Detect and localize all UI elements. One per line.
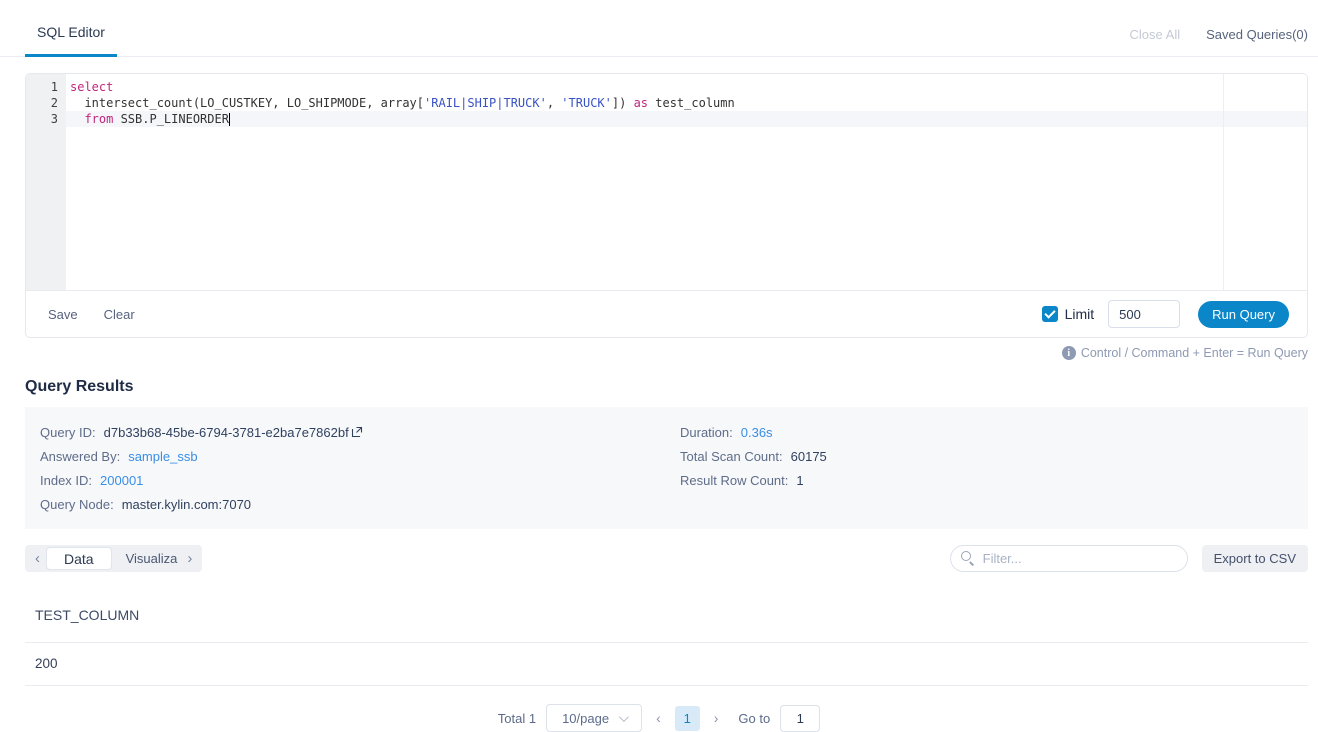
code-line-active: from SSB.P_LINEORDER bbox=[66, 111, 1307, 127]
total-count-label: Total 1 bbox=[498, 711, 536, 726]
sql-editor-block: 1 2 3 select intersect_count(LO_CUSTKEY,… bbox=[25, 73, 1308, 338]
text-cursor bbox=[229, 113, 230, 126]
index-id-label: Index ID: bbox=[40, 473, 92, 488]
close-all-button[interactable]: Close All bbox=[1130, 27, 1181, 42]
tab-visualization[interactable]: Visualiza bbox=[112, 551, 182, 566]
line-number: 1 bbox=[26, 79, 58, 95]
query-results-title: Query Results bbox=[25, 378, 1308, 396]
prev-page-button[interactable]: ‹ bbox=[652, 710, 665, 726]
total-scan-value: 60175 bbox=[791, 449, 827, 464]
result-toolbar: ‹ Data Visualiza › Export to CSV bbox=[25, 545, 1308, 572]
query-id-value: d7b33b68-45be-6794-3781-e2ba7e7862bf bbox=[104, 425, 349, 440]
result-row-count-label: Result Row Count: bbox=[680, 473, 788, 488]
code-line: intersect_count(LO_CUSTKEY, LO_SHIPMODE,… bbox=[66, 95, 1307, 111]
sql-text: , bbox=[547, 96, 561, 110]
line-number: 3 bbox=[26, 111, 58, 127]
result-row-count-value: 1 bbox=[796, 473, 803, 488]
total-scan-row: Total Scan Count: 60175 bbox=[680, 444, 827, 468]
code-editor[interactable]: 1 2 3 select intersect_count(LO_CUSTKEY,… bbox=[26, 74, 1307, 290]
answered-by-link[interactable]: sample_ssb bbox=[128, 449, 197, 464]
sql-keyword: from bbox=[84, 112, 113, 126]
duration-value[interactable]: 0.36s bbox=[741, 425, 773, 440]
editor-tabbar: SQL Editor Close All Saved Queries(0) bbox=[0, 0, 1318, 57]
editor-footer: Save Clear Limit Run Query bbox=[26, 290, 1307, 337]
answered-by-label: Answered By: bbox=[40, 449, 120, 464]
query-id-label: Query ID: bbox=[40, 425, 96, 440]
query-node-value: master.kylin.com:7070 bbox=[122, 497, 251, 512]
run-query-button[interactable]: Run Query bbox=[1198, 301, 1289, 328]
search-icon bbox=[961, 551, 971, 561]
query-info-panel: Query ID: d7b33b68-45be-6794-3781-e2ba7e… bbox=[25, 407, 1308, 529]
result-tab-scroller: ‹ Data Visualiza › bbox=[25, 545, 202, 572]
sql-text bbox=[70, 112, 84, 126]
code-area[interactable]: select intersect_count(LO_CUSTKEY, LO_SH… bbox=[66, 74, 1307, 290]
result-row-count-row: Result Row Count: 1 bbox=[680, 468, 827, 492]
clear-button[interactable]: Clear bbox=[104, 307, 135, 322]
tab-data[interactable]: Data bbox=[46, 547, 112, 570]
query-node-label: Query Node: bbox=[40, 497, 114, 512]
chevron-down-icon bbox=[619, 712, 629, 722]
results-table: TEST_COLUMN 200 bbox=[25, 597, 1308, 686]
code-line: select bbox=[66, 79, 1307, 95]
index-id-link[interactable]: 200001 bbox=[100, 473, 143, 488]
shortcut-hint: i Control / Command + Enter = Run Query bbox=[25, 346, 1308, 360]
query-node-row: Query Node: master.kylin.com:7070 bbox=[40, 492, 680, 516]
save-button[interactable]: Save bbox=[48, 307, 78, 322]
chevron-right-icon[interactable]: › bbox=[181, 550, 198, 567]
query-id-row: Query ID: d7b33b68-45be-6794-3781-e2ba7e… bbox=[40, 420, 680, 444]
total-scan-label: Total Scan Count: bbox=[680, 449, 783, 464]
sql-text: SSB.P_LINEORDER bbox=[113, 112, 229, 126]
sql-text: test_column bbox=[648, 96, 735, 110]
limit-label: Limit bbox=[1065, 306, 1095, 322]
filter-input[interactable] bbox=[950, 545, 1188, 572]
index-id-row: Index ID: 200001 bbox=[40, 468, 680, 492]
saved-queries-button[interactable]: Saved Queries(0) bbox=[1206, 27, 1308, 42]
limit-input[interactable] bbox=[1108, 300, 1180, 328]
hint-text: Control / Command + Enter = Run Query bbox=[1081, 346, 1308, 360]
current-page-button[interactable]: 1 bbox=[675, 706, 700, 731]
goto-page-input[interactable] bbox=[780, 705, 820, 732]
export-to-csv-button[interactable]: Export to CSV bbox=[1202, 545, 1308, 572]
next-page-button[interactable]: › bbox=[710, 710, 723, 726]
limit-checkbox[interactable] bbox=[1042, 306, 1058, 322]
print-margin-line bbox=[1223, 74, 1224, 290]
sql-keyword: select bbox=[70, 80, 113, 94]
pagination: Total 1 10/page ‹ 1 › Go to bbox=[0, 704, 1318, 732]
duration-label: Duration: bbox=[680, 425, 733, 440]
external-link-icon[interactable] bbox=[351, 426, 363, 438]
line-number: 2 bbox=[26, 95, 58, 111]
info-icon: i bbox=[1062, 346, 1076, 360]
line-number-gutter: 1 2 3 bbox=[26, 74, 66, 290]
table-row[interactable]: 200 bbox=[25, 643, 1308, 686]
sql-keyword: as bbox=[634, 96, 648, 110]
tab-sql-editor[interactable]: SQL Editor bbox=[25, 24, 117, 57]
sql-string: 'RAIL|SHIP|TRUCK' bbox=[424, 96, 547, 110]
page-size-value: 10/page bbox=[562, 711, 609, 726]
table-column-header[interactable]: TEST_COLUMN bbox=[25, 597, 1308, 643]
chevron-left-icon[interactable]: ‹ bbox=[29, 550, 46, 567]
goto-label: Go to bbox=[738, 711, 770, 726]
answered-by-row: Answered By: sample_ssb bbox=[40, 444, 680, 468]
duration-row: Duration: 0.36s bbox=[680, 420, 827, 444]
page-size-select[interactable]: 10/page bbox=[546, 704, 642, 732]
sql-string: 'TRUCK' bbox=[561, 96, 612, 110]
sql-text: ]) bbox=[612, 96, 634, 110]
sql-text: intersect_count(LO_CUSTKEY, LO_SHIPMODE,… bbox=[70, 96, 424, 110]
